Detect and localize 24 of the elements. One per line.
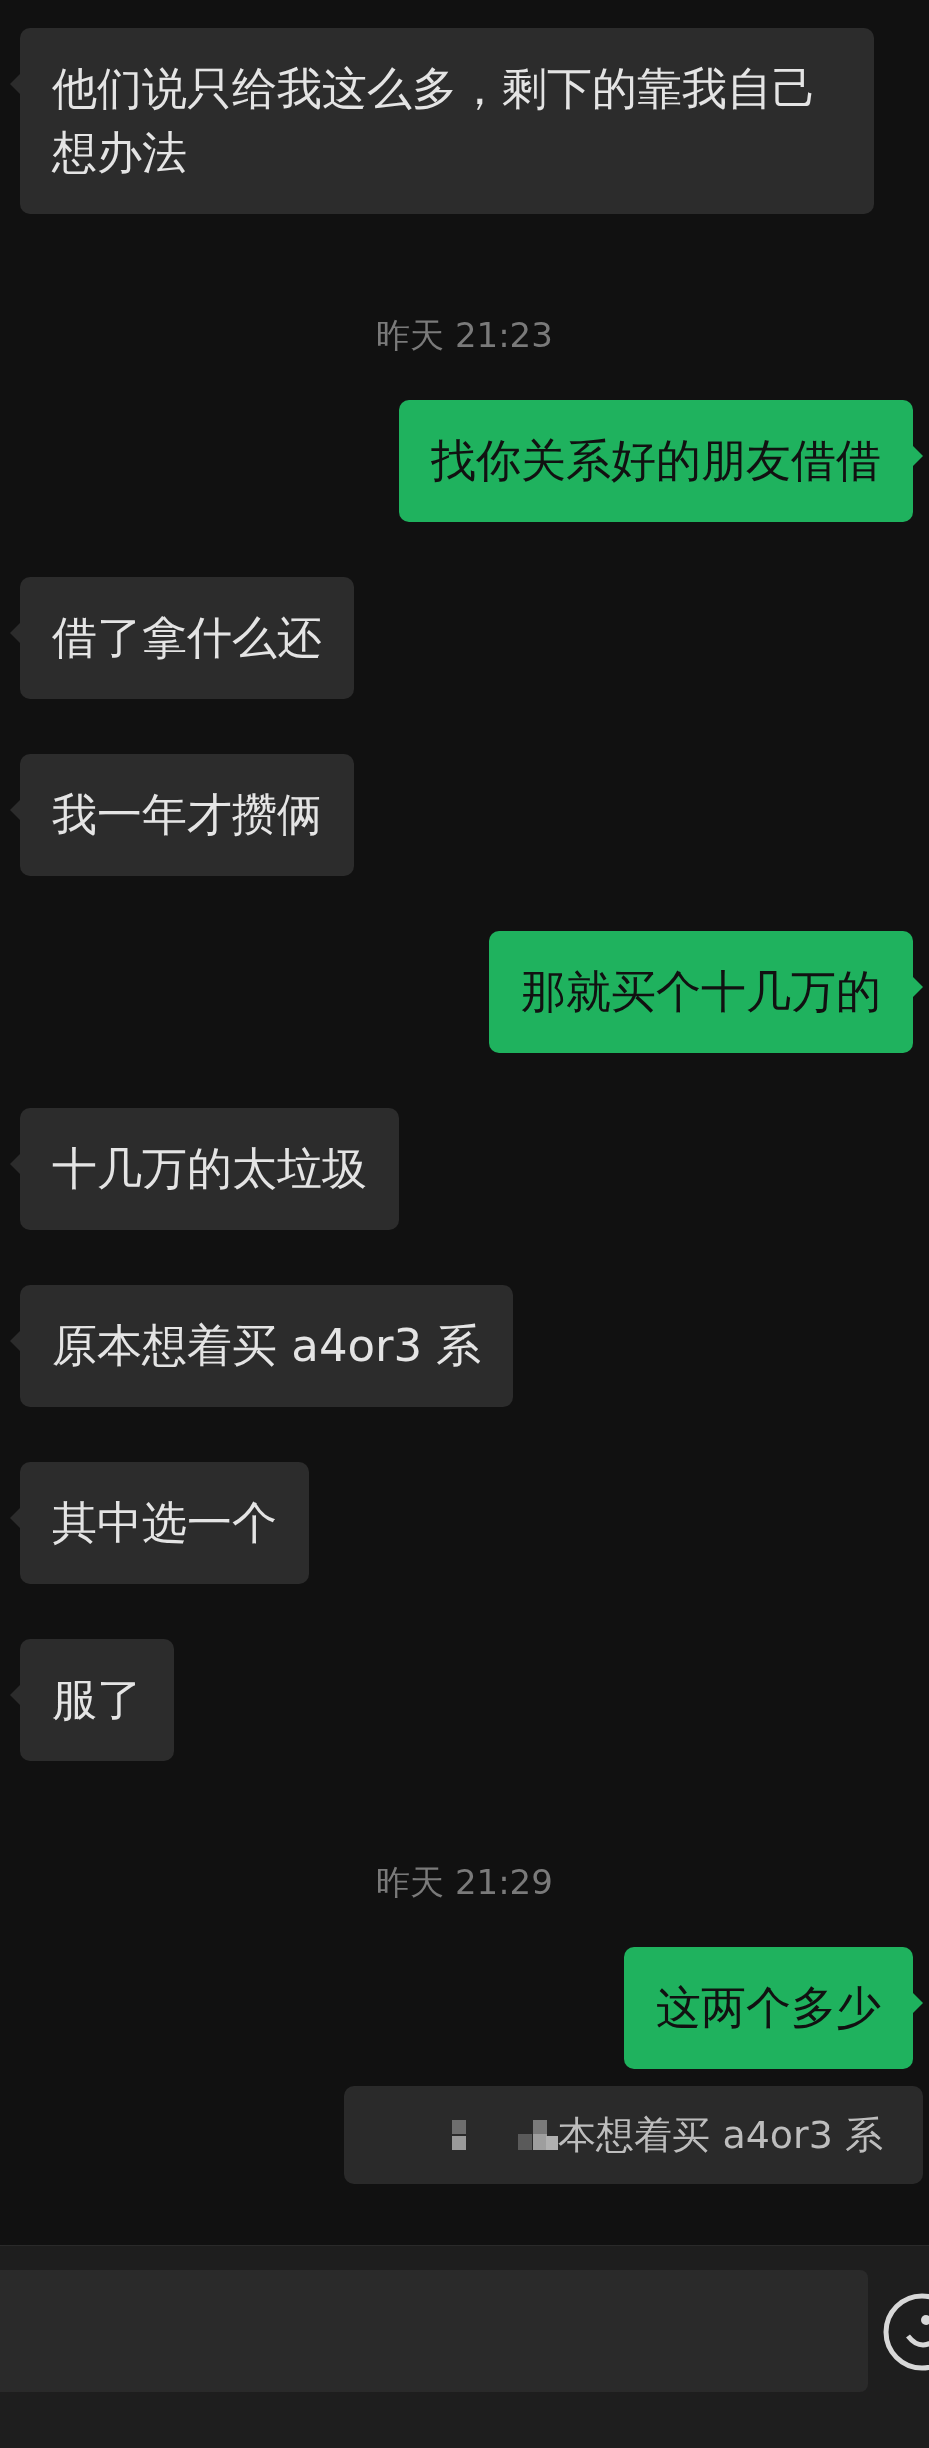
message-bubble: 服了 <box>20 1639 174 1761</box>
bubble-tail <box>913 1993 923 2013</box>
message-bubble: 借了拿什么还 <box>20 577 354 699</box>
message-bubble: 这两个多少 <box>624 1947 913 2069</box>
message-bubble: 十几万的太垃圾 <box>20 1108 399 1230</box>
bubble-tail <box>10 1685 20 1705</box>
message-bubble: 他们说只给我这么多，剩下的靠我自己想办法 <box>20 28 874 214</box>
bubble-tail <box>10 1508 20 1528</box>
emoji-icon[interactable] <box>882 2292 929 2372</box>
quote-text: 本想着买 a4or3 系 <box>558 2112 883 2159</box>
bubble-tail <box>913 977 923 997</box>
message-bubble: 其中选一个 <box>20 1462 309 1584</box>
bubble-tail <box>10 800 20 820</box>
bubble-tail <box>10 74 20 94</box>
bubble-tail <box>10 623 20 643</box>
timestamp: 昨天 21:23 <box>376 315 553 355</box>
message-bubble: 找你关系好的朋友借借 <box>399 400 913 522</box>
message-bubble: 那就买个十几万的 <box>489 931 913 1053</box>
message-bubble: 原本想着买 a4or3 系 <box>20 1285 514 1407</box>
bubble-tail <box>10 1154 20 1174</box>
message-bubble: 我一年才攒俩 <box>20 754 354 876</box>
bubble-tail <box>913 446 923 466</box>
bubble-tail <box>10 1331 20 1351</box>
timestamp: 昨天 21:29 <box>376 1862 553 1902</box>
